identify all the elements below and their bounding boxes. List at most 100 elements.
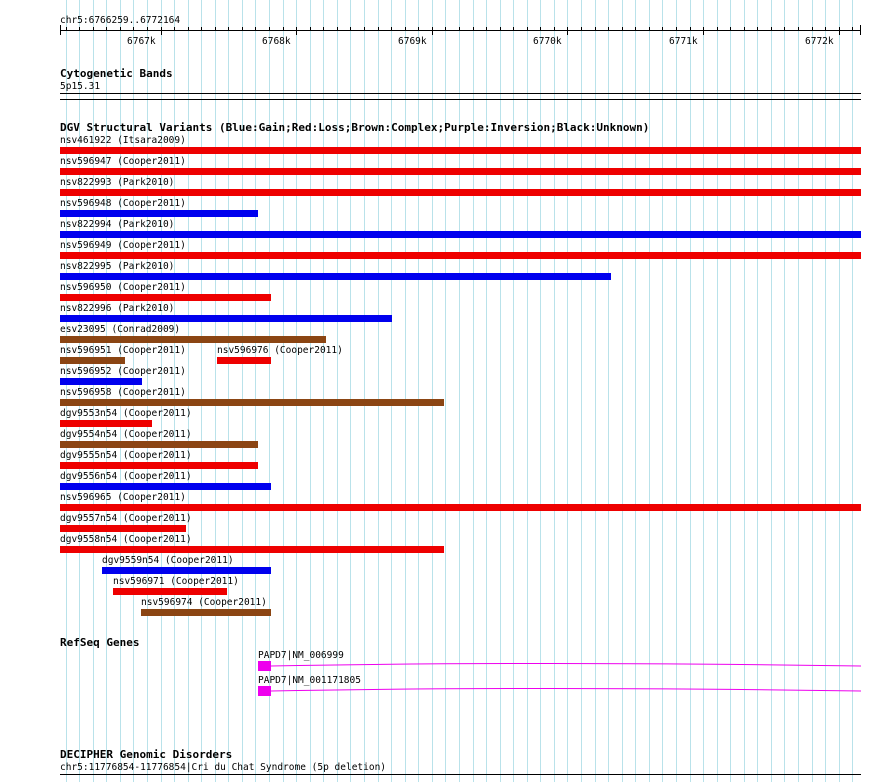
variant-bar-loss[interactable] [60, 147, 861, 154]
minor-tick [852, 27, 853, 31]
minor-tick [554, 27, 555, 31]
variant-label[interactable]: nsv461922 (Itsara2009) [60, 135, 186, 146]
minor-tick [730, 27, 731, 31]
variant-label[interactable]: nsv596952 (Cooper2011) [60, 366, 186, 377]
minor-tick [757, 27, 758, 31]
variant-label[interactable]: dgv9556n54 (Cooper2011) [60, 471, 192, 482]
variant-bar-loss[interactable] [60, 294, 271, 301]
variant-label[interactable]: nsv596971 (Cooper2011) [113, 576, 239, 587]
variant-bar-complex[interactable] [141, 609, 271, 616]
minor-tick [595, 27, 596, 31]
variant-label[interactable]: dgv9558n54 (Cooper2011) [60, 534, 192, 545]
ruler-start-tick [60, 25, 61, 35]
minor-tick [405, 27, 406, 31]
variant-bar-loss[interactable] [60, 189, 861, 196]
minor-tick [717, 27, 718, 31]
cytoband-line-bottom [60, 99, 861, 100]
minor-tick [649, 27, 650, 31]
ruler-tick-label: 6771k [669, 36, 698, 47]
ruler-axis [60, 30, 861, 31]
cytoband-label: 5p15.31 [60, 81, 101, 92]
variant-label[interactable]: dgv9555n54 (Cooper2011) [60, 450, 192, 461]
variant-bar-complex[interactable] [60, 357, 125, 364]
minor-tick [622, 27, 623, 31]
grid-line [201, 0, 202, 782]
variant-label[interactable]: nsv822993 (Park2010) [60, 177, 174, 188]
gene-exon[interactable] [258, 686, 271, 696]
minor-tick [486, 27, 487, 31]
minor-tick [133, 27, 134, 31]
variant-bar-loss[interactable] [217, 357, 271, 364]
variant-bar-loss[interactable] [113, 588, 227, 595]
variant-label[interactable]: dgv9554n54 (Cooper2011) [60, 429, 192, 440]
minor-tick [242, 27, 243, 31]
minor-tick [215, 27, 216, 31]
variant-bar-loss[interactable] [60, 420, 152, 427]
minor-tick [310, 27, 311, 31]
variant-label[interactable]: nsv596951 (Cooper2011) [60, 345, 186, 356]
region-label: chr5:6766259..6772164 [60, 15, 181, 26]
minor-tick [473, 27, 474, 31]
grid-line [228, 0, 229, 782]
gene-intron-line [270, 663, 862, 667]
variant-label[interactable]: nsv596965 (Cooper2011) [60, 492, 186, 503]
variant-bar-loss[interactable] [60, 168, 861, 175]
ruler-end-tick [860, 25, 861, 35]
variant-bar-gain[interactable] [60, 210, 258, 217]
minor-tick [174, 27, 175, 31]
decipher-entry[interactable]: chr5:11776854-11776854|Cri du Chat Syndr… [60, 762, 386, 773]
grid-line [215, 0, 216, 782]
variant-label[interactable]: dgv9557n54 (Cooper2011) [60, 513, 192, 524]
major-tick [839, 27, 840, 35]
variant-label[interactable]: nsv822994 (Park2010) [60, 219, 174, 230]
variant-bar-loss[interactable] [60, 462, 258, 469]
minor-tick [228, 27, 229, 31]
ruler-tick-label: 6769k [398, 36, 427, 47]
dgv-track-title: DGV Structural Variants (Blue:Gain;Red:L… [60, 121, 650, 134]
variant-label[interactable]: nsv596958 (Cooper2011) [60, 387, 186, 398]
ruler-tick-label: 6767k [127, 36, 156, 47]
variant-label[interactable]: esv23095 (Conrad2009) [60, 324, 180, 335]
variant-label[interactable]: nsv596947 (Cooper2011) [60, 156, 186, 167]
major-tick [432, 27, 433, 35]
minor-tick [540, 27, 541, 31]
minor-tick [676, 27, 677, 31]
major-tick [567, 27, 568, 35]
variant-bar-gain[interactable] [60, 315, 392, 322]
minor-tick [500, 27, 501, 31]
gene-label[interactable]: PAPD7|NM_001171805 [258, 675, 361, 686]
variant-bar-loss[interactable] [60, 504, 861, 511]
variant-bar-gain[interactable] [60, 273, 611, 280]
minor-tick [418, 27, 419, 31]
major-tick [296, 27, 297, 35]
minor-tick [784, 27, 785, 31]
variant-bar-loss[interactable] [60, 546, 444, 553]
variant-bar-complex[interactable] [60, 336, 326, 343]
variant-label[interactable]: nsv596949 (Cooper2011) [60, 240, 186, 251]
variant-bar-loss[interactable] [60, 525, 186, 532]
minor-tick [744, 27, 745, 31]
variant-label[interactable]: dgv9559n54 (Cooper2011) [102, 555, 234, 566]
variant-label[interactable]: nsv822995 (Park2010) [60, 261, 174, 272]
variant-label[interactable]: nsv596974 (Cooper2011) [141, 597, 267, 608]
variant-label[interactable]: nsv596950 (Cooper2011) [60, 282, 186, 293]
minor-tick [608, 27, 609, 31]
cytoband-track-title: Cytogenetic Bands [60, 67, 173, 80]
variant-bar-gain[interactable] [60, 483, 271, 490]
variant-bar-complex[interactable] [60, 399, 444, 406]
variant-bar-gain[interactable] [60, 231, 861, 238]
variant-label[interactable]: dgv9553n54 (Cooper2011) [60, 408, 192, 419]
variant-label[interactable]: nsv822996 (Park2010) [60, 303, 174, 314]
gene-label[interactable]: PAPD7|NM_006999 [258, 650, 344, 661]
ruler-tick-label: 6770k [533, 36, 562, 47]
minor-tick [378, 27, 379, 31]
variant-label[interactable]: nsv596976 (Cooper2011) [217, 345, 343, 356]
variant-bar-gain[interactable] [102, 567, 271, 574]
minor-tick [283, 27, 284, 31]
variant-bar-loss[interactable] [60, 252, 861, 259]
variant-bar-complex[interactable] [60, 441, 258, 448]
variant-label[interactable]: nsv596948 (Cooper2011) [60, 198, 186, 209]
minor-tick [269, 27, 270, 31]
variant-bar-gain[interactable] [60, 378, 142, 385]
gene-exon[interactable] [258, 661, 271, 671]
